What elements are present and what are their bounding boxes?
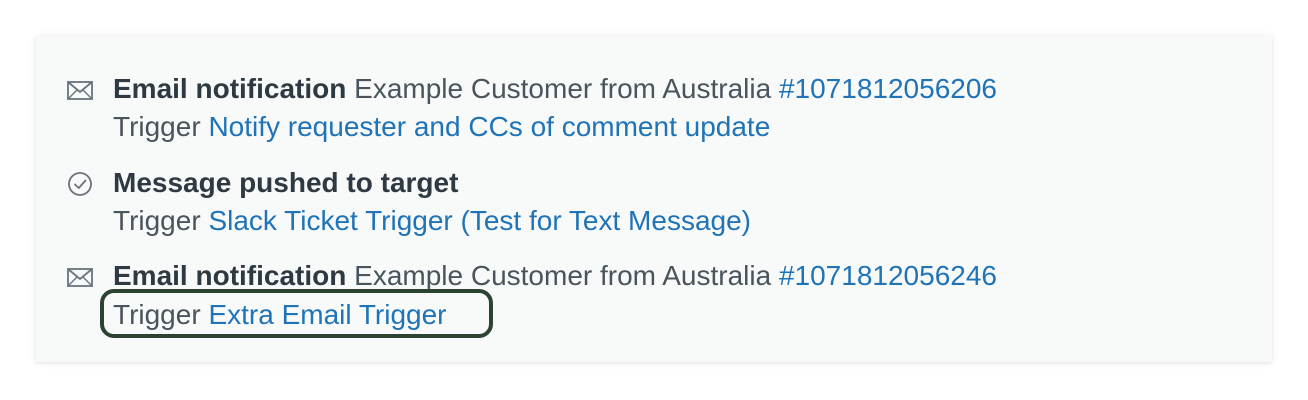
event-2-title-line: Message pushed to target [113, 165, 458, 201]
event-title: Email notification [113, 73, 347, 104]
event-detail: Example Customer from Australia [354, 260, 772, 291]
event-1-title-line: Email notification Example Customer from… [113, 71, 997, 107]
trigger-link[interactable]: Slack Ticket Trigger (Test for Text Mess… [208, 205, 751, 236]
event-title: Message pushed to target [113, 167, 459, 198]
trigger-label: Trigger [113, 299, 201, 330]
event-1-trigger-line: Trigger Notify requester and CCs of comm… [113, 109, 770, 145]
event-title: Email notification [113, 260, 347, 291]
trigger-link[interactable]: Extra Email Trigger [208, 299, 446, 330]
event-detail: Example Customer from Australia [354, 73, 772, 104]
trigger-label: Trigger [113, 205, 201, 236]
ticket-link[interactable]: #1071812056206 [779, 73, 997, 104]
ticket-link[interactable]: #1071812056246 [779, 260, 997, 291]
check-circle-icon [68, 172, 92, 196]
trigger-link[interactable]: Notify requester and CCs of comment upda… [208, 111, 770, 142]
trigger-label: Trigger [113, 111, 201, 142]
event-3-trigger-line: Trigger Extra Email Trigger [113, 297, 447, 333]
event-list-panel: Email notification Example Customer from… [36, 36, 1272, 362]
envelope-icon [67, 81, 93, 100]
event-3-title-line: Email notification Example Customer from… [113, 258, 997, 294]
event-2-trigger-line: Trigger Slack Ticket Trigger (Test for T… [113, 203, 751, 239]
envelope-icon [67, 268, 93, 287]
